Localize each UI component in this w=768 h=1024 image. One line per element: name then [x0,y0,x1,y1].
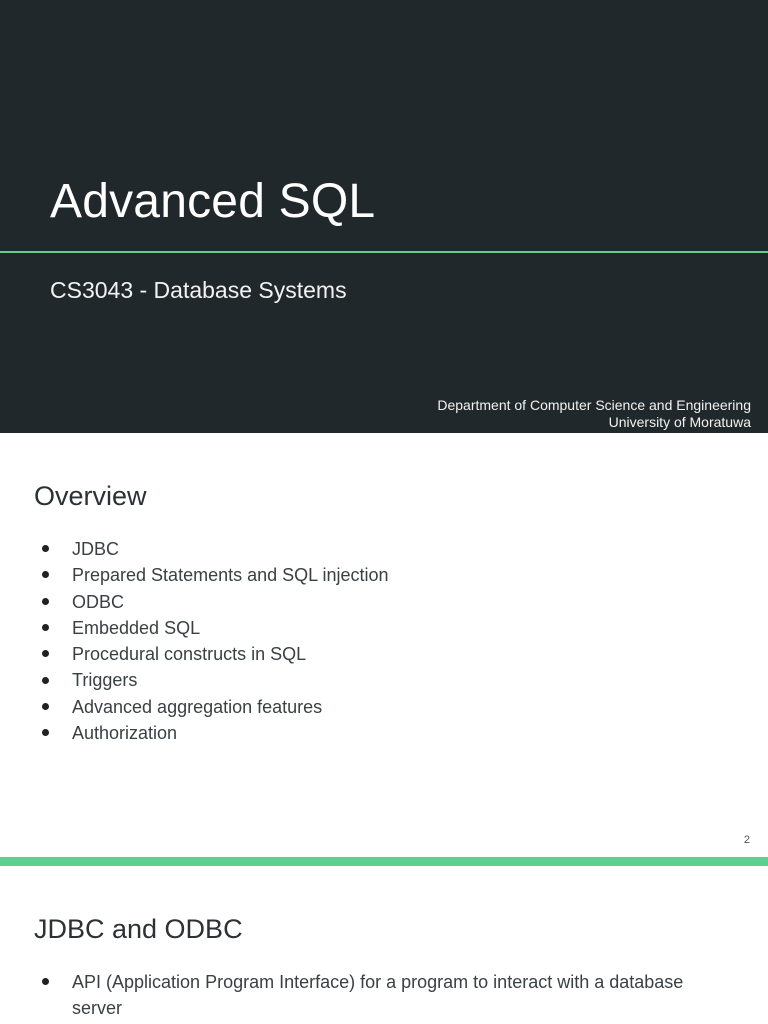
list-item: JDBC [40,536,740,562]
bullet-icon [42,545,49,553]
bullet-icon [42,624,49,632]
document-page: Advanced SQL CS3043 - Database Systems D… [0,0,768,1024]
page-number: 2 [743,834,750,846]
list-item: Embedded SQL [40,615,740,641]
list-item-text: Advanced aggregation features [72,696,323,717]
bullet-icon [42,597,49,605]
bullet-icon [42,676,49,684]
list-item-text: Authorization [72,723,178,744]
overview-slide: Overview JDBC Prepared Statements and SQ… [0,433,768,857]
list-item: API (Application Program Interface) for … [40,969,730,1021]
list-item-text: Prepared Statements and SQL injection [72,565,389,586]
affiliation: Department of Computer Science and Engin… [437,397,751,431]
bullet-icon [42,571,49,579]
list-item: Prepared Statements and SQL injection [40,562,740,588]
list-item: ODBC [40,589,740,615]
bullet-icon [42,978,49,985]
jdbc-odbc-list: API (Application Program Interface) for … [40,969,730,1021]
department-name: Department of Computer Science and Engin… [437,397,751,413]
overview-heading: Overview [34,481,147,511]
slide-title: Advanced SQL [50,175,376,228]
bullet-icon [42,702,49,710]
list-item-text: Embedded SQL [72,617,201,638]
title-divider [0,251,768,253]
list-item-text: ODBC [72,591,125,612]
jdbc-odbc-heading: JDBC and ODBC [34,914,243,944]
overview-list: JDBC Prepared Statements and SQL injecti… [40,536,740,746]
slide-separator-bar [0,857,768,866]
list-item-text: Triggers [72,670,138,691]
list-item-text: Procedural constructs in SQL [72,644,307,665]
slide-subtitle: CS3043 - Database Systems [50,277,347,303]
list-item: Procedural constructs in SQL [40,641,740,667]
list-item: Advanced aggregation features [40,694,740,720]
list-item-text: JDBC [72,539,120,559]
list-item: Authorization [40,720,740,746]
list-item-text: API (Application Program Interface) for … [72,972,684,1018]
title-slide: Advanced SQL CS3043 - Database Systems D… [0,0,768,433]
list-item: Triggers [40,667,740,693]
bullet-icon [42,650,49,658]
bullet-icon [42,729,49,737]
jdbc-odbc-slide: JDBC and ODBC API (Application Program I… [0,866,768,1024]
university-name: University of Moratuwa [608,414,751,430]
